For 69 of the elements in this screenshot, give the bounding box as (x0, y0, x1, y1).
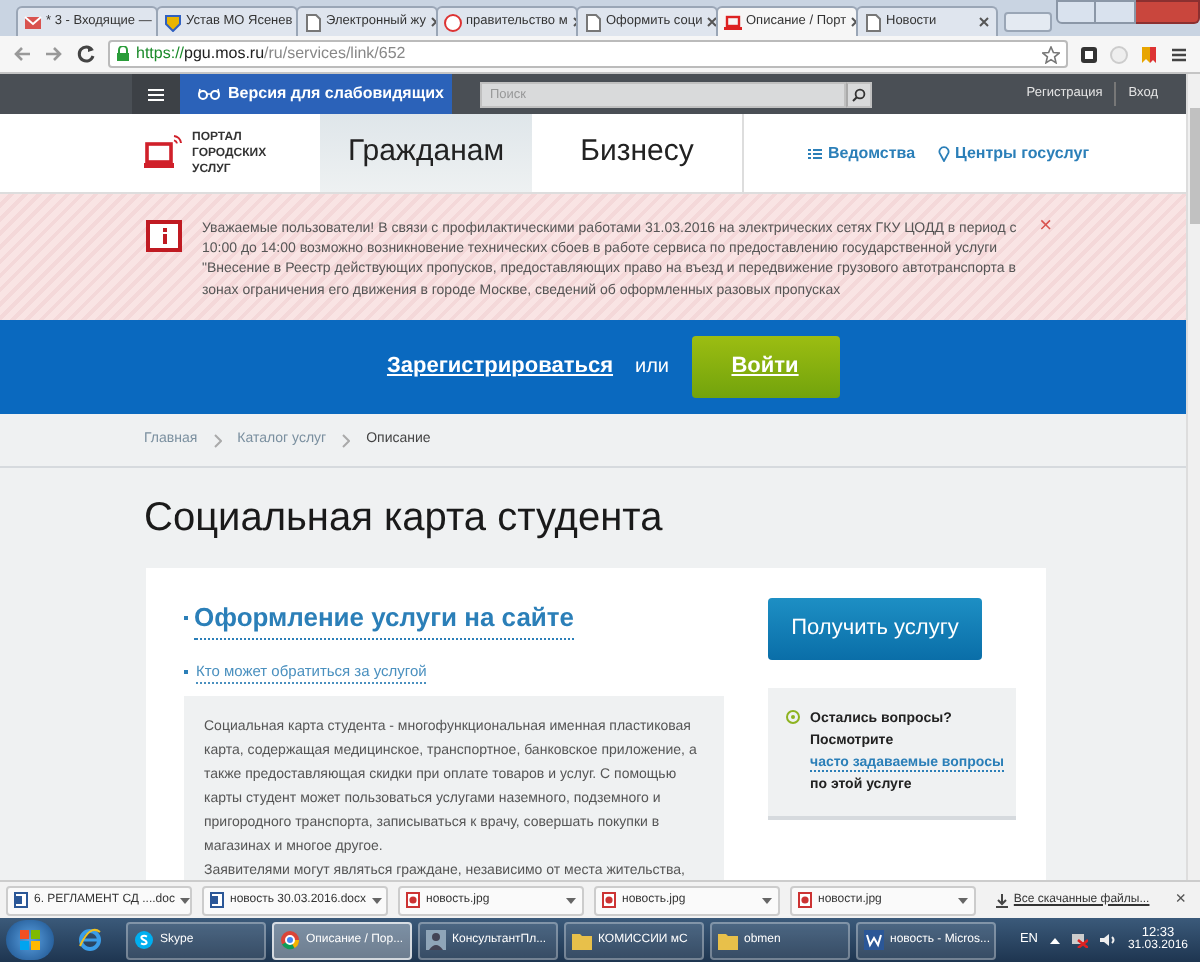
network-icon (1071, 932, 1088, 948)
forward-icon (44, 44, 64, 64)
chevron-right-icon (342, 433, 351, 447)
question-icon (786, 710, 800, 724)
accessibility-link[interactable]: Версия для слабовидящих (180, 74, 452, 114)
caret-icon (180, 897, 191, 903)
nav-link[interactable]: Ведомства (808, 141, 916, 165)
laptop-icon (144, 133, 182, 173)
chevron-right-icon (213, 433, 222, 447)
laptop-icon (724, 13, 742, 31)
close-button[interactable]: × (1175, 886, 1186, 914)
image-icon (602, 892, 616, 908)
or-text: или (635, 354, 670, 382)
folder-icon (572, 931, 592, 949)
page-icon (864, 13, 882, 31)
shield-icon (164, 13, 182, 31)
browser-e-icon (78, 928, 102, 952)
close-icon (706, 16, 719, 28)
folder-icon (718, 931, 738, 949)
new-tab-button[interactable] (1004, 12, 1052, 32)
caret-icon (762, 897, 772, 903)
section-tab[interactable]: Гражданам (320, 114, 532, 192)
minimize-button[interactable] (1056, 0, 1096, 24)
document-icon (14, 892, 28, 908)
register-link[interactable]: Зарегистрироваться (386, 350, 614, 384)
section-link[interactable]: Оформление услуги на сайте (194, 598, 575, 639)
speaker-icon (1099, 932, 1116, 948)
search-icon (852, 87, 866, 101)
address-field[interactable]: https://pgu.mos.ru/ru/services/link/652 (108, 40, 1068, 68)
download-icon (995, 893, 1008, 907)
person-icon (426, 930, 446, 950)
map-pin-icon (937, 145, 950, 161)
caret-icon (958, 897, 968, 903)
image-icon (798, 892, 812, 908)
page-title: Социальная карта студента (144, 494, 663, 544)
caret-icon (372, 897, 383, 903)
chrome-icon (280, 930, 300, 950)
menu-icon (1170, 45, 1188, 63)
back-icon (12, 44, 32, 64)
windows-logo-icon (20, 930, 40, 950)
search-button[interactable] (846, 81, 872, 107)
caret-up-icon (1049, 937, 1060, 943)
image-icon (406, 892, 420, 908)
skype-icon (134, 930, 154, 950)
close-icon (978, 16, 990, 28)
reload-icon (76, 44, 96, 64)
info-glyph-icon (161, 228, 167, 244)
nav-link[interactable]: Центры госуслуг (937, 141, 1090, 165)
scrollbar-thumb[interactable] (1189, 108, 1199, 224)
bookmark-icon (1140, 45, 1158, 63)
close-window-button[interactable] (1136, 0, 1200, 24)
url-text: https://pgu.mos.ru/ru/services/link/652 (136, 42, 406, 66)
page-icon (304, 13, 322, 31)
star-icon (1042, 45, 1060, 63)
padlock-icon (116, 46, 130, 62)
maximize-button[interactable] (1096, 0, 1136, 24)
start-button[interactable] (6, 920, 54, 960)
menu-icon (148, 87, 164, 101)
caret-icon (566, 897, 576, 903)
menu-button[interactable] (132, 74, 180, 114)
search-engine-icon (444, 13, 462, 31)
get-service-button[interactable]: Получить услугу (768, 598, 982, 660)
document-icon (210, 892, 224, 908)
page-icon (584, 13, 602, 31)
word-document-icon (864, 930, 884, 950)
glasses-icon (198, 88, 220, 100)
scrollbar[interactable] (1186, 74, 1200, 880)
list-icon (808, 147, 822, 159)
mail-icon (24, 13, 42, 31)
